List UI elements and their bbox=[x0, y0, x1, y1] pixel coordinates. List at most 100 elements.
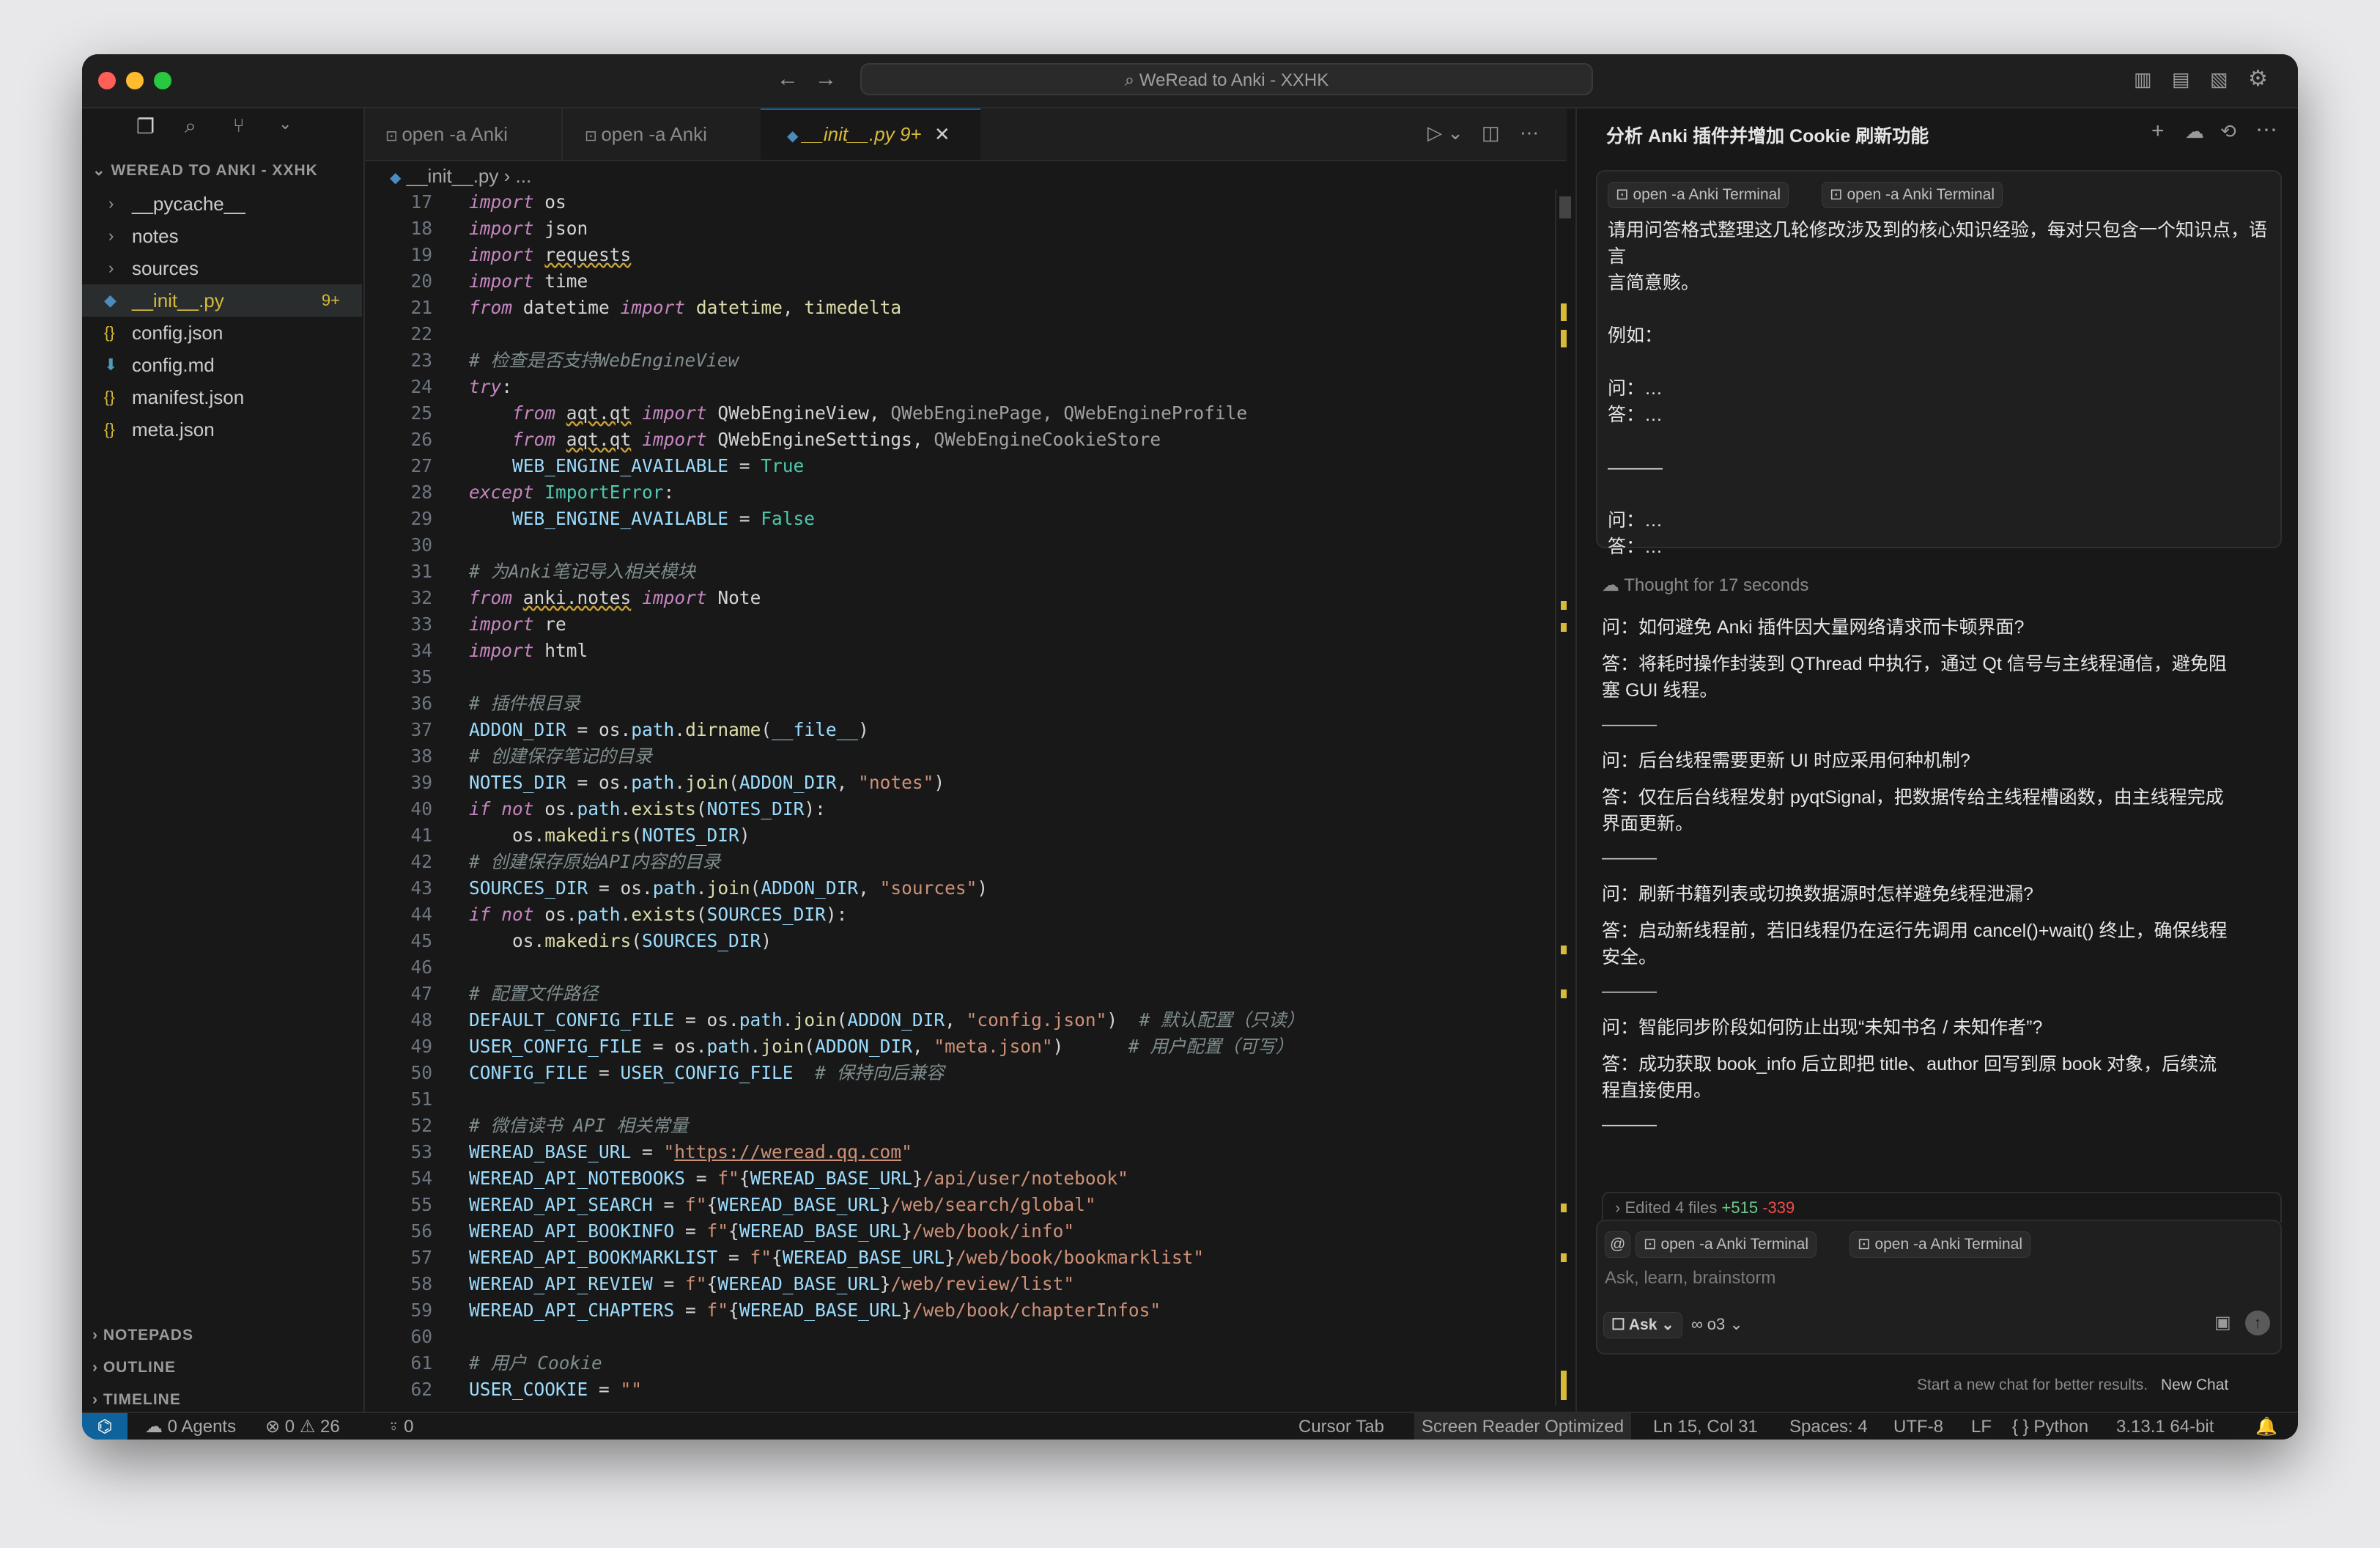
tree-item-pycache[interactable]: › __pycache__ bbox=[82, 188, 362, 220]
history-icon[interactable]: ⟲ bbox=[2220, 120, 2236, 143]
context-chip-terminal[interactable]: ⊡ open -a Anki Terminal bbox=[1636, 1231, 1817, 1258]
tab-init-py[interactable]: ◆ __init__.py 9+ ✕ bbox=[787, 108, 950, 160]
tab-terminal-2[interactable]: ⊡ open -a Anki bbox=[585, 108, 707, 160]
code-line[interactable]: # 为Anki笔记导入相关模块 bbox=[469, 559, 695, 585]
new-chat-link[interactable]: New Chat bbox=[2161, 1376, 2228, 1393]
code-line[interactable]: WEREAD_API_BOOKINFO = f"{WEREAD_BASE_URL… bbox=[469, 1218, 1074, 1245]
outline-section[interactable]: › OUTLINE bbox=[92, 1359, 176, 1376]
image-icon[interactable]: ▣ bbox=[2214, 1312, 2231, 1333]
code-line[interactable]: CONFIG_FILE = USER_CONFIG_FILE # 保持向后兼容 bbox=[469, 1060, 945, 1086]
notepads-section[interactable]: › NOTEPADS bbox=[92, 1327, 193, 1344]
code-line[interactable]: try: bbox=[469, 374, 512, 400]
code-line[interactable]: os.makedirs(SOURCES_DIR) bbox=[469, 928, 772, 954]
user-message[interactable]: ⊡ open -a Anki Terminal ⊡ open -a Anki T… bbox=[1596, 170, 2282, 557]
tree-item-init-py[interactable]: ◆ __init__.py 9+ bbox=[82, 284, 362, 317]
back-arrow-icon[interactable]: ← bbox=[777, 64, 799, 94]
tree-item-meta-json[interactable]: {} meta.json bbox=[82, 413, 362, 446]
code-line[interactable]: WEREAD_API_REVIEW = f"{WEREAD_BASE_URL}/… bbox=[469, 1271, 1074, 1297]
chat-input[interactable]: Ask, learn, brainstorm bbox=[1605, 1268, 1775, 1289]
remote-icon[interactable]: ⌬ bbox=[82, 1413, 128, 1440]
code-line[interactable]: WEREAD_API_BOOKMARKLIST = f"{WEREAD_BASE… bbox=[469, 1245, 1204, 1271]
code-line[interactable]: # 创建保存原始API内容的目录 bbox=[469, 849, 720, 875]
model-selector[interactable]: ∞ o3 ⌄ bbox=[1691, 1312, 1743, 1337]
code-line[interactable]: import os bbox=[469, 189, 566, 215]
code-line[interactable]: from aqt.qt import QWebEngineView, QWebE… bbox=[469, 400, 1247, 427]
code-editor[interactable]: 17 import os 18 import json 19 import request… bbox=[365, 189, 1530, 1412]
code-line[interactable]: WEREAD_API_SEARCH = f"{WEREAD_BASE_URL}/… bbox=[469, 1192, 1096, 1218]
forward-arrow-icon[interactable]: → bbox=[815, 64, 837, 94]
agents-status[interactable]: ☁ 0 Agents bbox=[145, 1413, 236, 1440]
code-line[interactable]: import json bbox=[469, 215, 588, 242]
code-line[interactable]: import requests bbox=[469, 242, 631, 268]
code-line[interactable]: WEREAD_API_CHAPTERS = f"{WEREAD_BASE_URL… bbox=[469, 1297, 1161, 1324]
plus-icon[interactable]: + bbox=[2151, 119, 2165, 144]
language-mode[interactable]: { } Python bbox=[2012, 1413, 2088, 1440]
command-center-search[interactable]: ⌕ WeRead to Anki - XXHK bbox=[860, 63, 1593, 95]
context-chip-terminal[interactable]: ⊡ open -a Anki Terminal bbox=[1849, 1231, 2030, 1258]
toggle-panel-icon[interactable]: ▤ bbox=[2172, 64, 2190, 94]
line-ending[interactable]: LF bbox=[1971, 1413, 1992, 1440]
tree-item-manifest-json[interactable]: {} manifest.json bbox=[82, 381, 362, 413]
zoom-window-button[interactable] bbox=[154, 72, 171, 89]
explorer-section-header[interactable]: ⌄ WEREAD TO ANKI - XXHK bbox=[92, 161, 318, 180]
more-actions-icon[interactable]: ⋯ bbox=[2255, 117, 2277, 143]
code-line[interactable]: os.makedirs(NOTES_DIR) bbox=[469, 822, 750, 849]
tree-item-config-json[interactable]: {} config.json bbox=[82, 317, 362, 349]
toggle-secondary-sidebar-icon[interactable]: ▧ bbox=[2210, 64, 2228, 94]
close-icon[interactable]: ✕ bbox=[934, 123, 950, 145]
mode-selector[interactable]: ☐ Ask ⌄ bbox=[1603, 1312, 1682, 1338]
toggle-sidebar-icon[interactable]: ▥ bbox=[2134, 64, 2152, 94]
screen-reader-status[interactable]: Screen Reader Optimized bbox=[1414, 1413, 1632, 1440]
run-icon[interactable]: ▷ ⌄ bbox=[1427, 122, 1463, 144]
code-line[interactable]: if not os.path.exists(NOTES_DIR): bbox=[469, 796, 826, 822]
encoding[interactable]: UTF-8 bbox=[1893, 1413, 1943, 1440]
code-line[interactable]: SOURCES_DIR = os.path.join(ADDON_DIR, "s… bbox=[469, 875, 988, 902]
chat-input-box[interactable]: @ ⊡ open -a Anki Terminal ⊡ open -a Anki… bbox=[1596, 1220, 2282, 1354]
thought-indicator[interactable]: ☁ Thought for 17 seconds bbox=[1602, 575, 1808, 596]
code-line[interactable]: # 检查是否支持WebEngineView bbox=[469, 347, 739, 374]
code-line[interactable]: import time bbox=[469, 268, 588, 295]
close-window-button[interactable] bbox=[98, 72, 116, 89]
code-line[interactable]: import html bbox=[469, 638, 588, 664]
cursor-tab-status[interactable]: Cursor Tab bbox=[1298, 1413, 1384, 1440]
code-line[interactable]: import re bbox=[469, 611, 566, 638]
problems-status[interactable]: ⊗ 0 ⚠ 26 bbox=[265, 1413, 340, 1440]
code-line[interactable]: from datetime import datetime, timedelta bbox=[469, 295, 901, 321]
code-line[interactable]: WEB_ENGINE_AVAILABLE = True bbox=[469, 453, 804, 479]
code-line[interactable]: from anki.notes import Note bbox=[469, 585, 761, 611]
context-chip-terminal[interactable]: ⊡ open -a Anki Terminal bbox=[1608, 182, 1789, 208]
at-mention-button[interactable]: @ bbox=[1605, 1231, 1631, 1258]
code-line[interactable]: # 创建保存笔记的目录 bbox=[469, 743, 652, 770]
search-icon[interactable]: ⌕ bbox=[185, 114, 196, 139]
more-actions-icon[interactable]: ⋯ bbox=[1520, 122, 1539, 144]
code-line[interactable]: # 微信读书 API 相关常量 bbox=[469, 1113, 688, 1139]
tab-terminal-1[interactable]: ⊡ open -a Anki bbox=[385, 108, 508, 160]
cursor-position[interactable]: Ln 15, Col 31 bbox=[1653, 1413, 1758, 1440]
code-line[interactable]: # 配置文件路径 bbox=[469, 981, 599, 1007]
chevron-down-icon[interactable]: ⌄ bbox=[278, 114, 292, 133]
tree-item-config-md[interactable]: ⬇ config.md bbox=[82, 349, 362, 381]
code-line[interactable]: USER_CONFIG_FILE = os.path.join(ADDON_DI… bbox=[469, 1033, 1293, 1060]
code-line[interactable]: USER_COOKIE = "" bbox=[469, 1376, 642, 1403]
cloud-icon[interactable]: ☁ bbox=[2185, 120, 2204, 143]
split-editor-icon[interactable]: ◫ bbox=[1482, 122, 1500, 144]
files-icon[interactable]: ❐ bbox=[136, 114, 155, 139]
send-button[interactable]: ↑ bbox=[2245, 1311, 2270, 1335]
code-line[interactable]: # 插件根目录 bbox=[469, 690, 580, 717]
code-line[interactable]: WEREAD_BASE_URL = "https://weread.qq.com… bbox=[469, 1139, 912, 1165]
code-line[interactable]: DEFAULT_CONFIG_FILE = os.path.join(ADDON… bbox=[469, 1007, 1304, 1033]
edited-files-summary[interactable]: › Edited 4 files +515 -339 bbox=[1602, 1192, 2282, 1223]
ports-status[interactable]: ⍤ 0 bbox=[388, 1413, 413, 1440]
source-control-icon[interactable]: ⑂ bbox=[233, 114, 245, 137]
code-line[interactable]: from aqt.qt import QWebEngineSettings, Q… bbox=[469, 427, 1161, 453]
timeline-section[interactable]: › TIMELINE bbox=[92, 1391, 181, 1409]
python-interpreter[interactable]: 3.13.1 64-bit bbox=[2116, 1413, 2214, 1440]
code-line[interactable]: if not os.path.exists(SOURCES_DIR): bbox=[469, 902, 847, 928]
code-line[interactable]: NOTES_DIR = os.path.join(ADDON_DIR, "not… bbox=[469, 770, 945, 796]
context-chip-terminal[interactable]: ⊡ open -a Anki Terminal bbox=[1822, 182, 2003, 208]
minimize-window-button[interactable] bbox=[126, 72, 144, 89]
code-line[interactable]: except ImportError: bbox=[469, 479, 674, 506]
scroll-thumb[interactable] bbox=[1559, 196, 1571, 218]
overview-ruler[interactable] bbox=[1555, 189, 1575, 1406]
breadcrumb-file[interactable]: __init__.py bbox=[407, 165, 499, 187]
